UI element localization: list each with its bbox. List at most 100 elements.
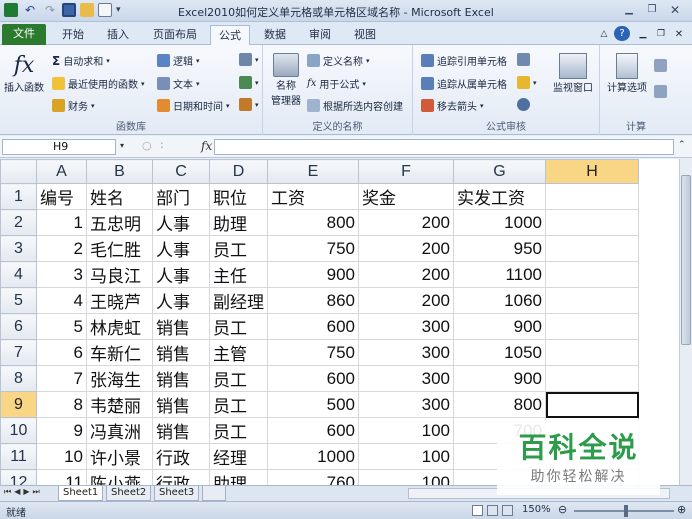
vertical-scrollbar[interactable] — [679, 159, 692, 485]
cell-h7[interactable] — [545, 339, 639, 366]
cell-g1[interactable]: 实发工资 — [453, 183, 546, 210]
cell-b6[interactable]: 林虎虹 — [86, 313, 153, 340]
column-header-c[interactable]: C — [152, 159, 210, 184]
cell-g3[interactable]: 950 — [453, 235, 546, 262]
minimize-icon[interactable]: ▁ — [620, 3, 638, 17]
cell-g8[interactable]: 900 — [453, 365, 546, 392]
cell-d9[interactable]: 员工 — [209, 391, 268, 418]
tab-home[interactable]: 开始 — [53, 25, 93, 45]
redo-icon[interactable]: ↷ — [42, 3, 58, 17]
error-checking-button[interactable]: ▾ — [517, 76, 537, 89]
cell-g6[interactable]: 900 — [453, 313, 546, 340]
column-header-h[interactable]: H — [545, 159, 639, 184]
row-header[interactable]: 10 — [0, 417, 37, 444]
sheet-tab-3[interactable]: Sheet3 — [154, 486, 200, 501]
expand-formula-bar-icon[interactable]: ⌃ — [678, 140, 686, 150]
cell-e7[interactable]: 750 — [267, 339, 359, 366]
cell-c4[interactable]: 人事 — [152, 261, 210, 288]
more-functions-button[interactable]: ▾ — [239, 98, 259, 111]
scroll-thumb[interactable] — [681, 175, 691, 345]
zoom-level[interactable]: 150% — [522, 504, 551, 515]
create-from-selection-button[interactable]: 根据所选内容创建 — [307, 98, 403, 113]
select-all-corner[interactable] — [0, 159, 37, 184]
customize-qat-icon[interactable]: ▾ — [116, 3, 126, 17]
cell-h4[interactable] — [545, 261, 639, 288]
cell-c1[interactable]: 部门 — [152, 183, 210, 210]
ribbon-minimize-icon[interactable]: △ — [597, 25, 611, 45]
cell-c9[interactable]: 销售 — [152, 391, 210, 418]
calc-now-button[interactable] — [654, 59, 667, 72]
cell-b3[interactable]: 毛仁胜 — [86, 235, 153, 262]
cell-c12[interactable]: 行政 — [152, 469, 210, 485]
cell-e8[interactable]: 600 — [267, 365, 359, 392]
cell-b10[interactable]: 冯真洲 — [86, 417, 153, 444]
cell-h8[interactable] — [545, 365, 639, 392]
row-header[interactable]: 8 — [0, 365, 37, 392]
cell-b5[interactable]: 王晓芦 — [86, 287, 153, 314]
cell-f1[interactable]: 奖金 — [358, 183, 454, 210]
cell-h9[interactable] — [545, 391, 639, 418]
insert-function-fx-icon[interactable]: fx — [201, 139, 212, 153]
cell-c7[interactable]: 销售 — [152, 339, 210, 366]
cell-h6[interactable] — [545, 313, 639, 340]
doc-restore-icon[interactable]: ❐ — [654, 25, 668, 45]
open-folder-icon[interactable] — [80, 3, 94, 17]
cell-e12[interactable]: 760 — [267, 469, 359, 485]
row-header[interactable]: 3 — [0, 235, 37, 262]
cell-c3[interactable]: 人事 — [152, 235, 210, 262]
cell-a7[interactable]: 6 — [36, 339, 87, 366]
cell-f3[interactable]: 200 — [358, 235, 454, 262]
cell-b8[interactable]: 张海生 — [86, 365, 153, 392]
cell-f2[interactable]: 200 — [358, 209, 454, 236]
cell-f4[interactable]: 200 — [358, 261, 454, 288]
cell-g4[interactable]: 1100 — [453, 261, 546, 288]
help-icon[interactable]: ? — [614, 26, 630, 41]
cell-g2[interactable]: 1000 — [453, 209, 546, 236]
cell-a4[interactable]: 3 — [36, 261, 87, 288]
cell-d6[interactable]: 员工 — [209, 313, 268, 340]
column-header-b[interactable]: B — [86, 159, 153, 184]
cell-d7[interactable]: 主管 — [209, 339, 268, 366]
show-formulas-button[interactable] — [517, 53, 530, 66]
tab-view[interactable]: 视图 — [347, 25, 383, 45]
column-header-f[interactable]: F — [358, 159, 454, 184]
column-header-a[interactable]: A — [36, 159, 87, 184]
cell-c8[interactable]: 销售 — [152, 365, 210, 392]
text-button[interactable]: 文本 ▾ — [157, 76, 200, 91]
cell-d12[interactable]: 助理 — [209, 469, 268, 485]
watch-window-button[interactable]: 监视窗口 — [549, 53, 597, 94]
cell-e4[interactable]: 900 — [267, 261, 359, 288]
row-header[interactable]: 9 — [0, 391, 37, 418]
new-sheet-icon[interactable] — [202, 486, 226, 501]
cell-e5[interactable]: 860 — [267, 287, 359, 314]
cell-a2[interactable]: 1 — [36, 209, 87, 236]
tab-page-layout[interactable]: 页面布局 — [146, 25, 204, 45]
tab-insert[interactable]: 插入 — [98, 25, 138, 45]
view-page-layout-icon[interactable] — [487, 505, 498, 516]
cell-a6[interactable]: 5 — [36, 313, 87, 340]
autosum-button[interactable]: Σ 自动求和 ▾ — [52, 53, 110, 69]
restore-icon[interactable]: ❐ — [643, 3, 661, 17]
zoom-out-icon[interactable]: ⊖ — [558, 503, 567, 516]
cell-e11[interactable]: 1000 — [267, 443, 359, 470]
cell-e2[interactable]: 800 — [267, 209, 359, 236]
cell-d5[interactable]: 副经理 — [209, 287, 268, 314]
math-button[interactable]: ▾ — [239, 76, 259, 89]
cell-f12[interactable]: 100 — [358, 469, 454, 485]
cell-h3[interactable] — [545, 235, 639, 262]
row-header[interactable]: 6 — [0, 313, 37, 340]
row-header[interactable]: 2 — [0, 209, 37, 236]
trace-dependents-button[interactable]: 追踪从属单元格 — [421, 76, 507, 91]
sheet-nav-icons[interactable]: ⏮◀▶⏭ — [4, 487, 43, 497]
formula-input[interactable] — [214, 139, 674, 155]
row-header[interactable]: 7 — [0, 339, 37, 366]
tab-review[interactable]: 审阅 — [302, 25, 338, 45]
cell-c6[interactable]: 销售 — [152, 313, 210, 340]
cell-e9[interactable]: 500 — [267, 391, 359, 418]
undo-icon[interactable]: ↶ — [22, 3, 38, 17]
cell-g9[interactable]: 800 — [453, 391, 546, 418]
cell-a8[interactable]: 7 — [36, 365, 87, 392]
recent-functions-button[interactable]: 最近使用的函数 ▾ — [52, 76, 145, 91]
tab-data[interactable]: 数据 — [257, 25, 293, 45]
cell-b9[interactable]: 韦楚丽 — [86, 391, 153, 418]
